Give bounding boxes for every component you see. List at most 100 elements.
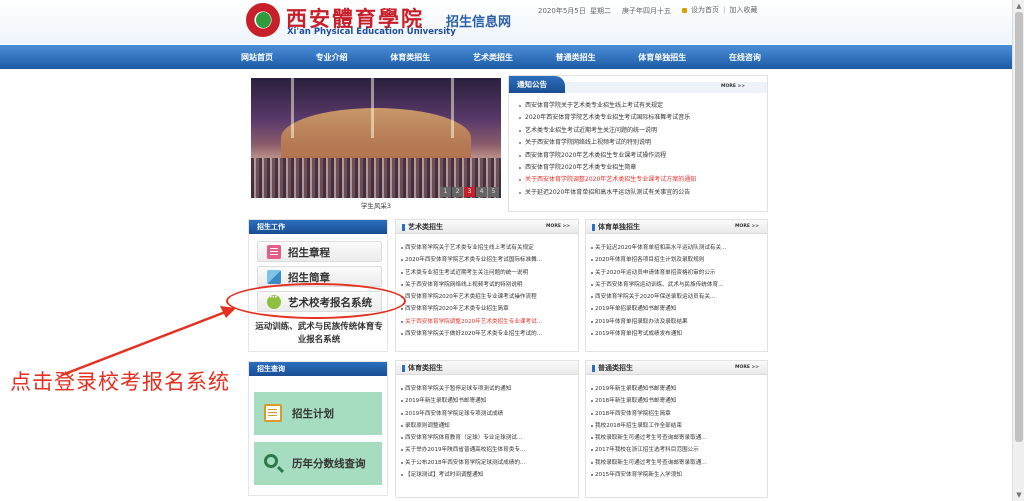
scroll-down-arrow-icon[interactable]: ▼ xyxy=(1015,491,1023,499)
nav-sports-single-admission[interactable]: 体育单独招生 xyxy=(638,52,686,63)
sports-registration-link[interactable]: 运动训练、武术与民族传统体育专业报名系统 xyxy=(255,321,383,347)
list-item[interactable]: 西安体育学院2020年艺术类专业招生简章 xyxy=(401,303,573,315)
list-item[interactable]: 艺术类专业招生考试近期考生关注问题的统一说明 xyxy=(401,267,573,279)
add-favorite-link[interactable]: 加入收藏 xyxy=(729,5,757,15)
list-item[interactable]: 2015年西安体育学院新生入学须知 xyxy=(591,469,762,481)
list-item[interactable]: 关于公布2018年西安体育学院足球测试成绩的... xyxy=(401,457,573,469)
title-marker xyxy=(592,223,595,231)
art-admission-title: 艺术类招生 xyxy=(408,223,443,231)
nav-online-consult[interactable]: 在线咨询 xyxy=(729,52,761,63)
list-item[interactable]: 2019年体育单招录取办法及录取结果 xyxy=(591,316,762,328)
set-homepage-link[interactable]: 设为首页 xyxy=(691,5,719,15)
admission-query-header: 招生查询 xyxy=(249,362,387,376)
admission-charter-button[interactable]: 招生章程 xyxy=(257,241,382,262)
admission-query-panel: 招生查询 招生计划 历年分数线查询 xyxy=(248,361,388,496)
list-item[interactable]: 西安体育学院2020年艺术类招生专业课考试操作流程 xyxy=(401,291,573,303)
general-admission-box: 普通类招生 MORE >> 2019年新生录取通知书邮寄通知 2018年新生录取… xyxy=(585,360,768,498)
list-item[interactable]: 2019年新生录取通知书邮寄通知 xyxy=(401,395,573,407)
link-separator: | xyxy=(723,6,726,14)
photo-slideshow[interactable] xyxy=(251,78,501,198)
list-item[interactable]: 2018年西安体育学院招生简章 xyxy=(591,408,762,420)
list-item[interactable]: 西安体育学院关于艺术类专业招生线上考试有关规定 xyxy=(401,242,573,254)
list-item[interactable]: 2020年西安体育学院艺术类专业招生考试国际标准舞... xyxy=(401,254,573,266)
list-item[interactable]: 西安体育学院体育教育（足球）专业足球测试... xyxy=(401,432,573,444)
list-item[interactable]: 我校2018年招生录取工作全部结束 xyxy=(591,420,762,432)
nav-majors[interactable]: 专业介绍 xyxy=(316,52,348,63)
sports-admission-title: 体育类招生 xyxy=(408,364,443,372)
list-item[interactable]: 关于西安体育学院调整2020年艺术类招生专业课考试... xyxy=(401,316,573,328)
notice-title: 通知公告 xyxy=(509,76,565,93)
general-more-link[interactable]: MORE >> xyxy=(735,365,759,370)
logo-english-name: Xi'an Physical Education University xyxy=(287,27,456,37)
general-admission-title: 普通类招生 xyxy=(598,364,633,372)
scroll-thumb[interactable] xyxy=(1015,12,1023,442)
box-title-wrap: 体育类招生 xyxy=(402,363,443,373)
list-item[interactable]: 西安体育学院关于2020年保送录取运动员有关... xyxy=(591,291,762,303)
notice-item[interactable]: 关于西安体育学院调整2020年艺术类招生专业课考试方案的通知 xyxy=(519,174,764,186)
site-header: 西安體育學院 Xi'an Physical Education Universi… xyxy=(0,0,1012,44)
list-item[interactable]: 西安体育学院关于暂停足球专项测试的通知 xyxy=(401,383,573,395)
score-history-button[interactable]: 历年分数线查询 xyxy=(254,442,382,485)
slide-dot-1[interactable]: 1 xyxy=(440,187,451,197)
list-item[interactable]: 2017年我校在浙江招生选考科目范围公示 xyxy=(591,444,762,456)
slide-dot-4[interactable]: 4 xyxy=(476,187,487,197)
list-item[interactable]: 关于举办2019年陕西省普通高校招生体育类专... xyxy=(401,444,573,456)
list-item[interactable]: 关于西安体育学院网络线上视频考试的特别说明 xyxy=(401,279,573,291)
list-item[interactable]: 关于延迟2020年体育单招和高水平运动队测试有关... xyxy=(591,242,762,254)
notice-item[interactable]: 艺术类专业招生考试近期考生关注问题的统一说明 xyxy=(519,125,764,137)
slide-dot-5[interactable]: 5 xyxy=(488,187,499,197)
list-item[interactable]: 2019年新生录取通知书邮寄通知 xyxy=(591,383,762,395)
list-item[interactable]: 录取原则调整通知 xyxy=(401,420,573,432)
notice-panel: 通知公告 MORE >> 西安体育学院关于艺术类专业招生线上考试有关规定 202… xyxy=(508,75,768,212)
notice-more-link[interactable]: MORE >> xyxy=(721,84,745,89)
box-header: 普通类招生 MORE >> xyxy=(586,361,767,375)
current-date: 2020年5月5日 xyxy=(538,7,586,15)
slide-dot-3[interactable]: 3 xyxy=(464,187,475,197)
admission-plan-button[interactable]: 招生计划 xyxy=(254,392,382,435)
nav-home[interactable]: 网站首页 xyxy=(241,52,273,63)
list-item[interactable]: 【足球测试】考试时间调整通知 xyxy=(401,469,573,481)
list-item[interactable]: 关于2020年运动员申请体育单招资格初审的公示 xyxy=(591,267,762,279)
university-emblem-icon[interactable] xyxy=(246,3,280,37)
home-icon xyxy=(682,7,687,13)
scroll-up-arrow-icon[interactable]: ▲ xyxy=(1015,2,1023,10)
slide-dot-2[interactable]: 2 xyxy=(452,187,463,197)
notice-list: 西安体育学院关于艺术类专业招生线上考试有关规定 2020年西安体育学院艺术类专业… xyxy=(519,100,764,199)
art-more-link[interactable]: MORE >> xyxy=(546,224,570,229)
admission-plan-label: 招生计划 xyxy=(292,408,334,420)
box-title-wrap: 艺术类招生 xyxy=(402,222,443,232)
stage-light xyxy=(451,78,454,138)
list-item[interactable]: 西安体育学院关于做好2020年艺术类专业招生考试的... xyxy=(401,328,573,340)
nav-art-admission[interactable]: 艺术类招生 xyxy=(473,52,513,63)
list-item[interactable]: 我校录取新生可通过考生号查询邮寄录取通... xyxy=(591,432,762,444)
box-title-wrap: 普通类招生 xyxy=(592,363,633,373)
list-item[interactable]: 2019年体育单招考试成绩发布通知 xyxy=(591,328,762,340)
notice-item[interactable]: 关于延迟2020年体育单招和高水平运动队测试有关事宜的公告 xyxy=(519,187,764,199)
notice-item[interactable]: 西安体育学院关于艺术类专业招生线上考试有关规定 xyxy=(519,100,764,112)
general-admission-list: 2019年新生录取通知书邮寄通知 2018年新生录取通知书邮寄通知 2018年西… xyxy=(591,383,762,481)
notice-item[interactable]: 西安体育学院2020年艺术类专业招生简章 xyxy=(519,162,764,174)
art-admission-box: 艺术类招生 MORE >> 西安体育学院关于艺术类专业招生线上考试有关规定 20… xyxy=(395,219,579,352)
list-item[interactable]: 我校录取新生可通过考生号查询邮寄录取通... xyxy=(591,457,762,469)
sports-single-admission-list: 关于延迟2020年体育单招和高水平运动队测试有关... 2020年体育单招各项目… xyxy=(591,242,762,340)
book-icon xyxy=(267,245,281,259)
nav-general-admission[interactable]: 普通类招生 xyxy=(556,52,596,63)
list-item[interactable]: 2020年体育单招各项目招生计划及录取规则 xyxy=(591,254,762,266)
list-item[interactable]: 2019年单招录取通知书邮寄通知 xyxy=(591,303,762,315)
annotation-highlight-ellipse xyxy=(226,283,406,319)
photo-caption: 学生风采3 xyxy=(360,202,392,210)
admission-work-title: 招生工作 xyxy=(257,223,285,231)
notice-item[interactable]: 西安体育学院2020年艺术类招生专业课考试操作流程 xyxy=(519,150,764,162)
list-item[interactable]: 2018年新生录取通知书邮寄通知 xyxy=(591,395,762,407)
nav-sports-admission[interactable]: 体育类招生 xyxy=(390,52,430,63)
title-marker xyxy=(402,364,405,372)
current-weekday: 星期二 xyxy=(590,7,611,15)
notice-item[interactable]: 关于西安体育学院网络线上视频考试的特别说明 xyxy=(519,137,764,149)
notice-item[interactable]: 2020年西安体育学院艺术类专业招生考试国际标准舞考试音乐 xyxy=(519,112,764,124)
vertical-scrollbar[interactable]: ▲ ▼ xyxy=(1012,0,1024,501)
list-item[interactable]: 关于西安体育学院运动训练、武术与民族传统体育... xyxy=(591,279,762,291)
list-item[interactable]: 2019年西安体育学院足球专项测试成绩 xyxy=(401,408,573,420)
sports-single-admission-box: 体育单独招生 MORE >> 关于延迟2020年体育单招和高水平运动队测试有关.… xyxy=(585,219,768,352)
sports-single-more-link[interactable]: MORE >> xyxy=(735,224,759,229)
top-links: 设为首页 | 加入收藏 xyxy=(682,5,757,15)
